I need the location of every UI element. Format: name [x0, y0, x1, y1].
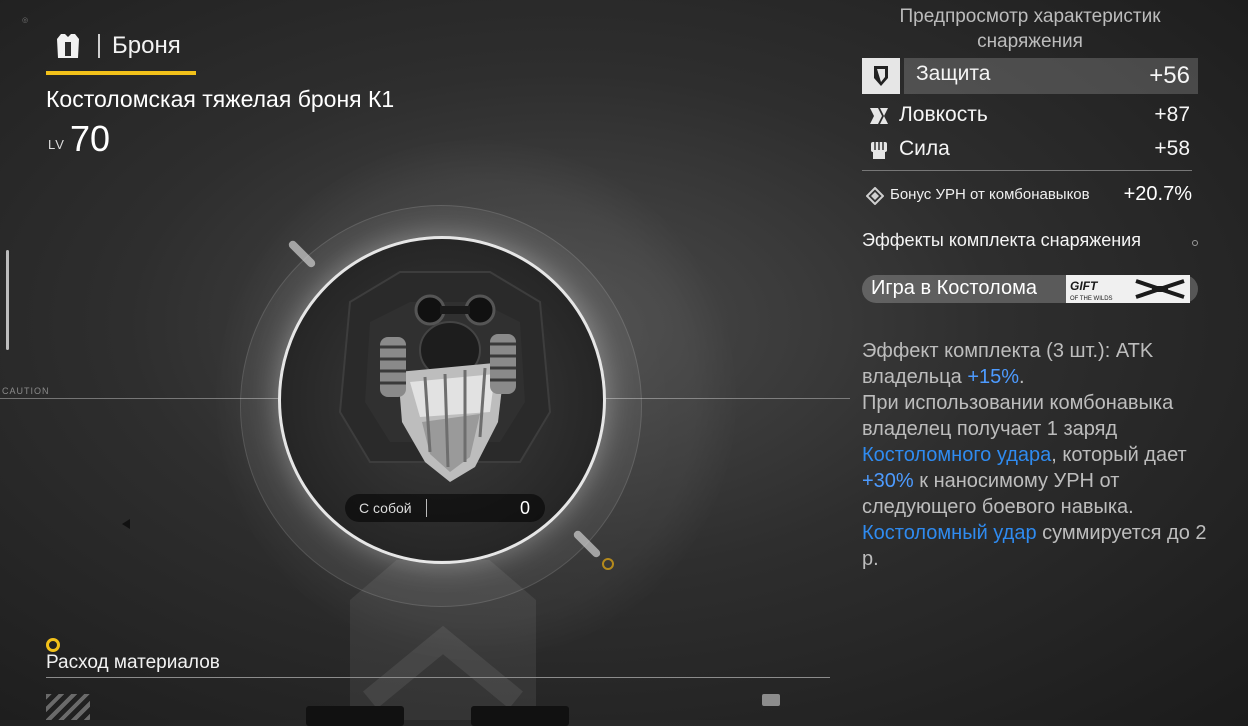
caution-label: CAUTION [2, 386, 50, 396]
scrollbar[interactable] [6, 250, 9, 350]
set-effects-dot [1192, 240, 1198, 246]
diamond-icon [865, 186, 885, 210]
carry-label: С собой [359, 500, 412, 516]
effect-link-bonebreaker-2[interactable]: Костоломный удар [862, 522, 1037, 544]
materials-marker-icon [46, 638, 60, 652]
stat-label-defense: Защита [916, 62, 991, 85]
effect-text-2: При использовании комбонавыка владелец п… [862, 392, 1174, 440]
item-name: Костоломская тяжелая броня К1 [46, 86, 395, 112]
category-separator [98, 34, 100, 58]
chevron-up-decoration [350, 520, 536, 720]
hatch-decoration [46, 694, 90, 720]
level-label: LV [48, 137, 65, 152]
mouse-cursor-icon [122, 519, 130, 529]
set-effects-title: Эффекты комплекта снаряжения [862, 230, 1141, 250]
material-card[interactable] [306, 706, 404, 726]
effect-highlight-dmg: +30% [862, 470, 914, 492]
effect-link-bonebreaker[interactable]: Костоломного удара [862, 444, 1051, 466]
stat-label-agility: Ловкость [899, 103, 988, 126]
category-underline [46, 71, 196, 75]
svg-text:OF THE WILDS: OF THE WILDS [1070, 296, 1113, 302]
shield-icon [874, 66, 888, 86]
stat-value-agility: +87 [1154, 103, 1190, 126]
stats-divider [862, 170, 1192, 171]
stat-value-defense: +56 [1149, 62, 1190, 89]
gift-of-the-wilds-logo: GIFT OF THE WILDS [1066, 275, 1190, 303]
materials-title: Расход материалов [46, 652, 220, 673]
materials-source-icon[interactable] [762, 694, 780, 706]
carry-value: 0 [520, 498, 531, 518]
agility-icon [868, 106, 890, 126]
stat-label-strength: Сила [899, 137, 950, 160]
armor-item-image [330, 262, 560, 492]
effect-text-1-end: . [1019, 366, 1025, 388]
stat-icon-box [862, 58, 900, 94]
material-card[interactable] [471, 706, 569, 726]
corner-marker: ◎ [22, 17, 29, 24]
svg-text:GIFT: GIFT [1070, 279, 1099, 293]
set-name-label: Игра в Костолома [871, 277, 1037, 299]
carry-separator [426, 499, 427, 517]
fist-icon [868, 140, 890, 160]
armor-category-icon [52, 30, 84, 62]
category-label[interactable]: Броня [112, 32, 181, 60]
stat-value-strength: +58 [1154, 137, 1190, 160]
effect-highlight-atk: +15% [967, 366, 1020, 388]
level-value: 70 [70, 118, 111, 159]
panel-title: Предпросмотр характеристик снаряжения [899, 6, 1161, 52]
set-effect-description: Эффект комплекта (3 шт.): ATK владельца … [862, 338, 1212, 572]
bonus-value: +20.7% [1123, 183, 1192, 205]
materials-divider [46, 677, 830, 678]
ring-marker-dot [602, 558, 614, 570]
effect-text-3: , который дает [1051, 444, 1187, 466]
bonus-label: Бонус УРН от комбонавыков [890, 186, 1090, 203]
